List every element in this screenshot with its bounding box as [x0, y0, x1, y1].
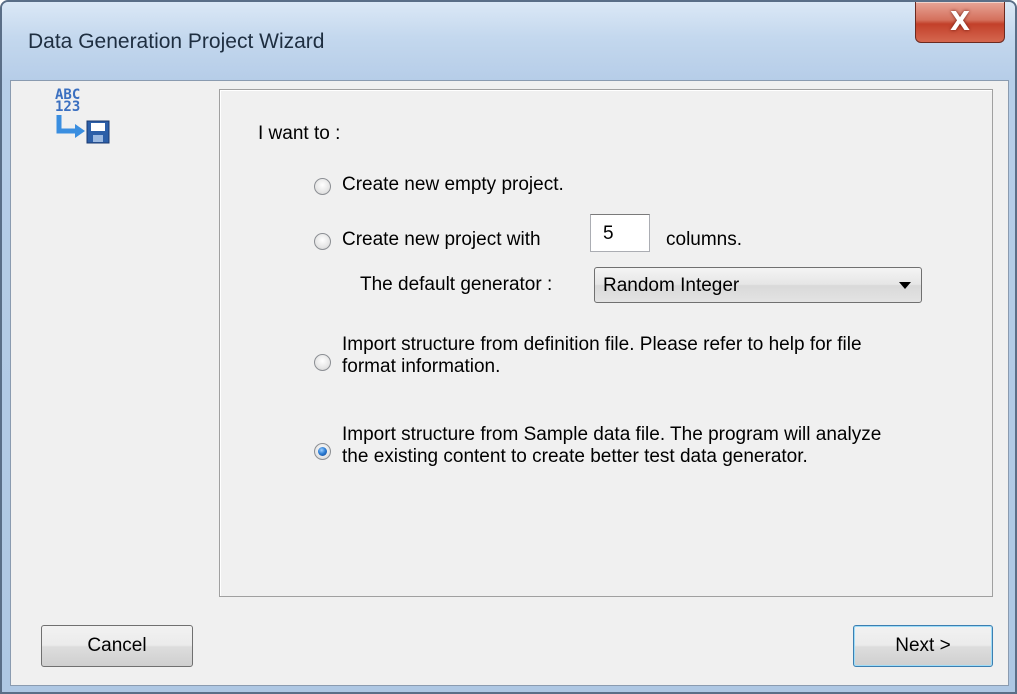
default-generator-select[interactable]: Random Integer	[594, 267, 922, 303]
option-import-sample-line1: Import structure from Sample data file. …	[342, 424, 882, 445]
radio-empty-project[interactable]	[314, 178, 331, 195]
cancel-button[interactable]: Cancel	[41, 625, 193, 667]
arrow-save-icon	[56, 115, 110, 144]
columns-suffix-label: columns.	[666, 229, 743, 250]
option-import-definition-line1: Import structure from definition file. P…	[342, 334, 862, 355]
panel-heading: I want to :	[258, 123, 341, 144]
window-title: Data Generation Project Wizard	[28, 30, 325, 53]
option-import-definition-line2: format information.	[342, 356, 501, 377]
option-empty-project-label: Create new empty project.	[342, 174, 564, 195]
options-panel: I want to : Create new empty project. Cr…	[219, 89, 993, 597]
title-bar: Data Generation Project Wizard X	[2, 2, 1015, 80]
wizard-window: Data Generation Project Wizard X ABC 123…	[0, 0, 1017, 694]
radio-import-definition[interactable]	[314, 354, 331, 371]
option-project-with-columns-label: Create new project with	[342, 229, 541, 250]
chevron-down-icon	[899, 282, 911, 289]
close-icon: X	[949, 7, 971, 37]
default-generator-label: The default generator :	[360, 274, 553, 295]
wizard-body: ABC 123 I want to : Create new empty pro…	[10, 80, 1009, 686]
next-button[interactable]: Next >	[853, 625, 993, 667]
columns-count-input[interactable]: 5	[590, 214, 650, 252]
default-generator-value: Random Integer	[603, 275, 740, 296]
data-generator-icon: ABC 123	[47, 88, 111, 149]
option-import-sample-line2: the existing content to create better te…	[342, 446, 808, 467]
close-button[interactable]: X	[915, 2, 1005, 43]
radio-import-sample[interactable]	[314, 443, 331, 460]
radio-project-with-columns[interactable]	[314, 233, 331, 250]
